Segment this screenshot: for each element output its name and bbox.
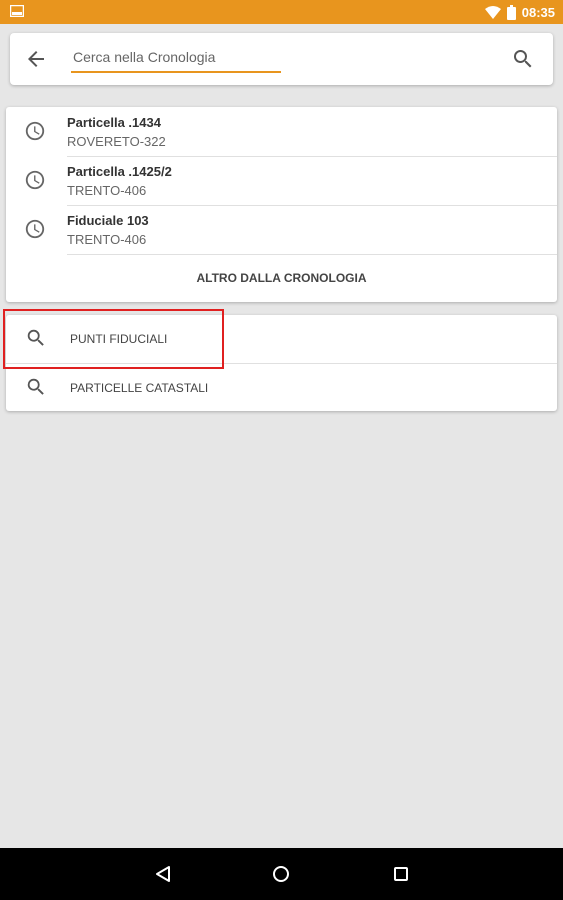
history-item-subtitle: TRENTO-406 bbox=[67, 232, 147, 247]
history-item-subtitle: TRENTO-406 bbox=[67, 183, 147, 198]
wifi-icon bbox=[484, 5, 501, 19]
screenshot-icon bbox=[10, 5, 24, 17]
search-icon bbox=[27, 329, 44, 346]
status-time: 08:35 bbox=[521, 4, 555, 20]
history-item[interactable]: Particella .1434 ROVERETO-322 bbox=[6, 107, 557, 156]
nav-back-icon[interactable] bbox=[154, 865, 172, 883]
clock-icon bbox=[25, 219, 45, 239]
status-bar: 08:35 bbox=[0, 0, 563, 24]
history-item-title: Particella .1434 bbox=[67, 115, 161, 130]
search-icon bbox=[27, 378, 44, 395]
clock-icon bbox=[25, 170, 45, 190]
history-item-title: Particella .1425/2 bbox=[67, 164, 172, 179]
search-input[interactable] bbox=[71, 45, 283, 69]
battery-icon bbox=[506, 4, 516, 20]
nav-home-icon[interactable] bbox=[272, 865, 290, 883]
status-icons: 08:35 bbox=[484, 3, 555, 21]
history-item-subtitle: ROVERETO-322 bbox=[67, 134, 166, 149]
category-label: PUNTI FIDUCIALI bbox=[70, 332, 168, 346]
search-field bbox=[71, 45, 283, 73]
more-history-button[interactable]: ALTRO DALLA CRONOLOGIA bbox=[6, 255, 557, 302]
back-arrow-icon[interactable] bbox=[24, 47, 48, 71]
search-bar bbox=[10, 33, 553, 85]
nav-recent-apps-icon[interactable] bbox=[393, 866, 409, 882]
category-label: PARTICELLE CATASTALI bbox=[70, 381, 209, 395]
clock-icon bbox=[25, 121, 45, 141]
history-list: Particella .1434 ROVERETO-322 Particella… bbox=[6, 107, 557, 302]
history-item-title: Fiduciale 103 bbox=[67, 213, 149, 228]
category-item-particelle-catastali[interactable]: PARTICELLE CATASTALI bbox=[6, 364, 557, 412]
history-item[interactable]: Fiduciale 103 TRENTO-406 bbox=[6, 205, 557, 254]
search-categories: PUNTI FIDUCIALI PARTICELLE CATASTALI bbox=[6, 315, 557, 411]
search-icon[interactable] bbox=[511, 47, 535, 71]
category-item-punti-fiduciali[interactable]: PUNTI FIDUCIALI bbox=[6, 315, 557, 363]
history-item[interactable]: Particella .1425/2 TRENTO-406 bbox=[6, 156, 557, 205]
navigation-bar bbox=[0, 848, 563, 900]
